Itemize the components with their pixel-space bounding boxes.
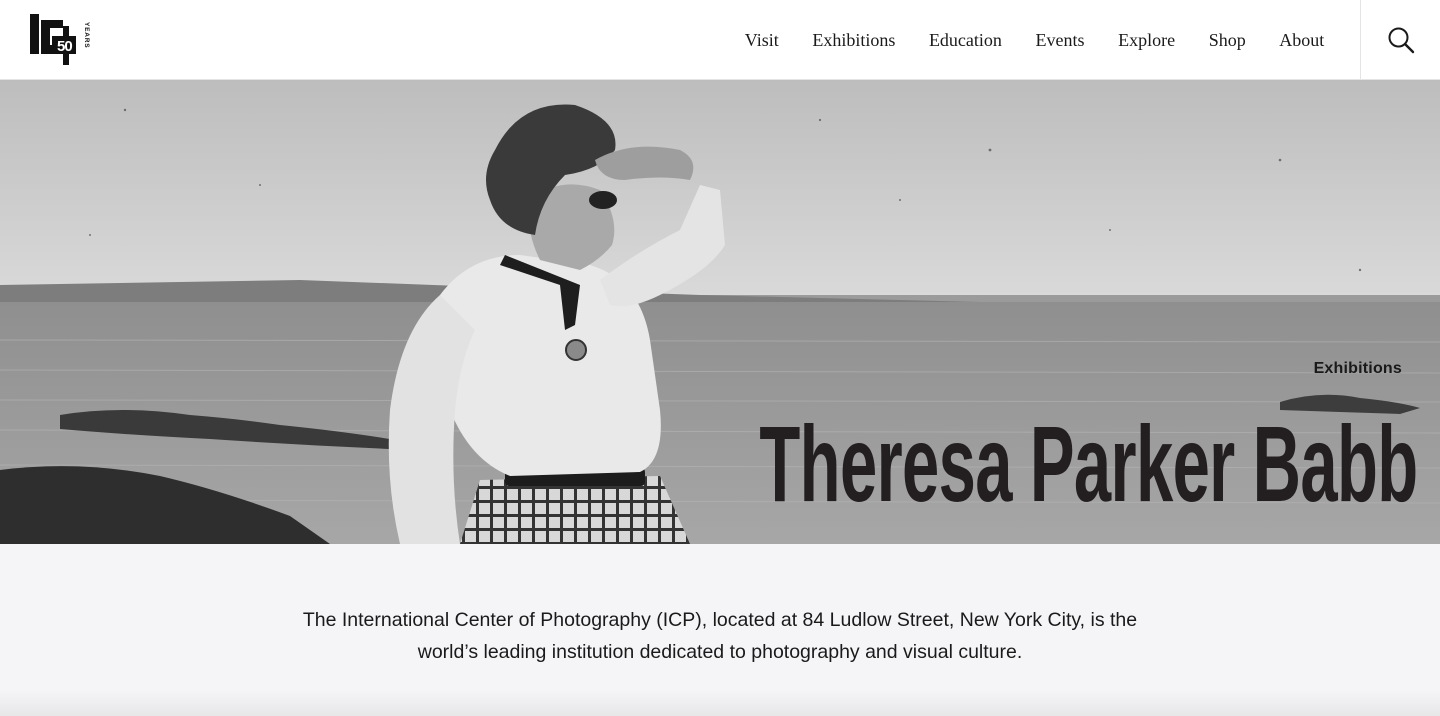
hero-category-link[interactable]: Exhibitions (1314, 360, 1402, 378)
nav-about[interactable]: About (1263, 30, 1342, 51)
icp-50-years-logo-icon: 50 YEARS (30, 14, 90, 65)
nav-exhibitions[interactable]: Exhibitions (796, 30, 913, 51)
search-icon (1388, 27, 1414, 54)
hero-title: Theresa Parker Babb (759, 403, 1419, 524)
site-header: 50 YEARS Visit Exhibitions Education Eve… (0, 0, 1440, 80)
icp-logo[interactable]: 50 YEARS (30, 14, 92, 66)
main-nav: Visit Exhibitions Education Events Explo… (728, 0, 1341, 80)
svg-text:50: 50 (57, 38, 72, 55)
nav-explore[interactable]: Explore (1101, 30, 1192, 51)
hero-banner: Exhibitions Theresa Parker Babb (0, 80, 1440, 544)
nav-visit[interactable]: Visit (728, 30, 796, 51)
nav-shop[interactable]: Shop (1192, 30, 1263, 51)
intro-text: The International Center of Photography … (302, 609, 1138, 663)
nav-events[interactable]: Events (1019, 30, 1102, 51)
svg-text:YEARS: YEARS (83, 22, 90, 48)
nav-education[interactable]: Education (912, 30, 1019, 51)
search-button[interactable] (1360, 0, 1440, 80)
content-card-edge (0, 690, 1440, 716)
